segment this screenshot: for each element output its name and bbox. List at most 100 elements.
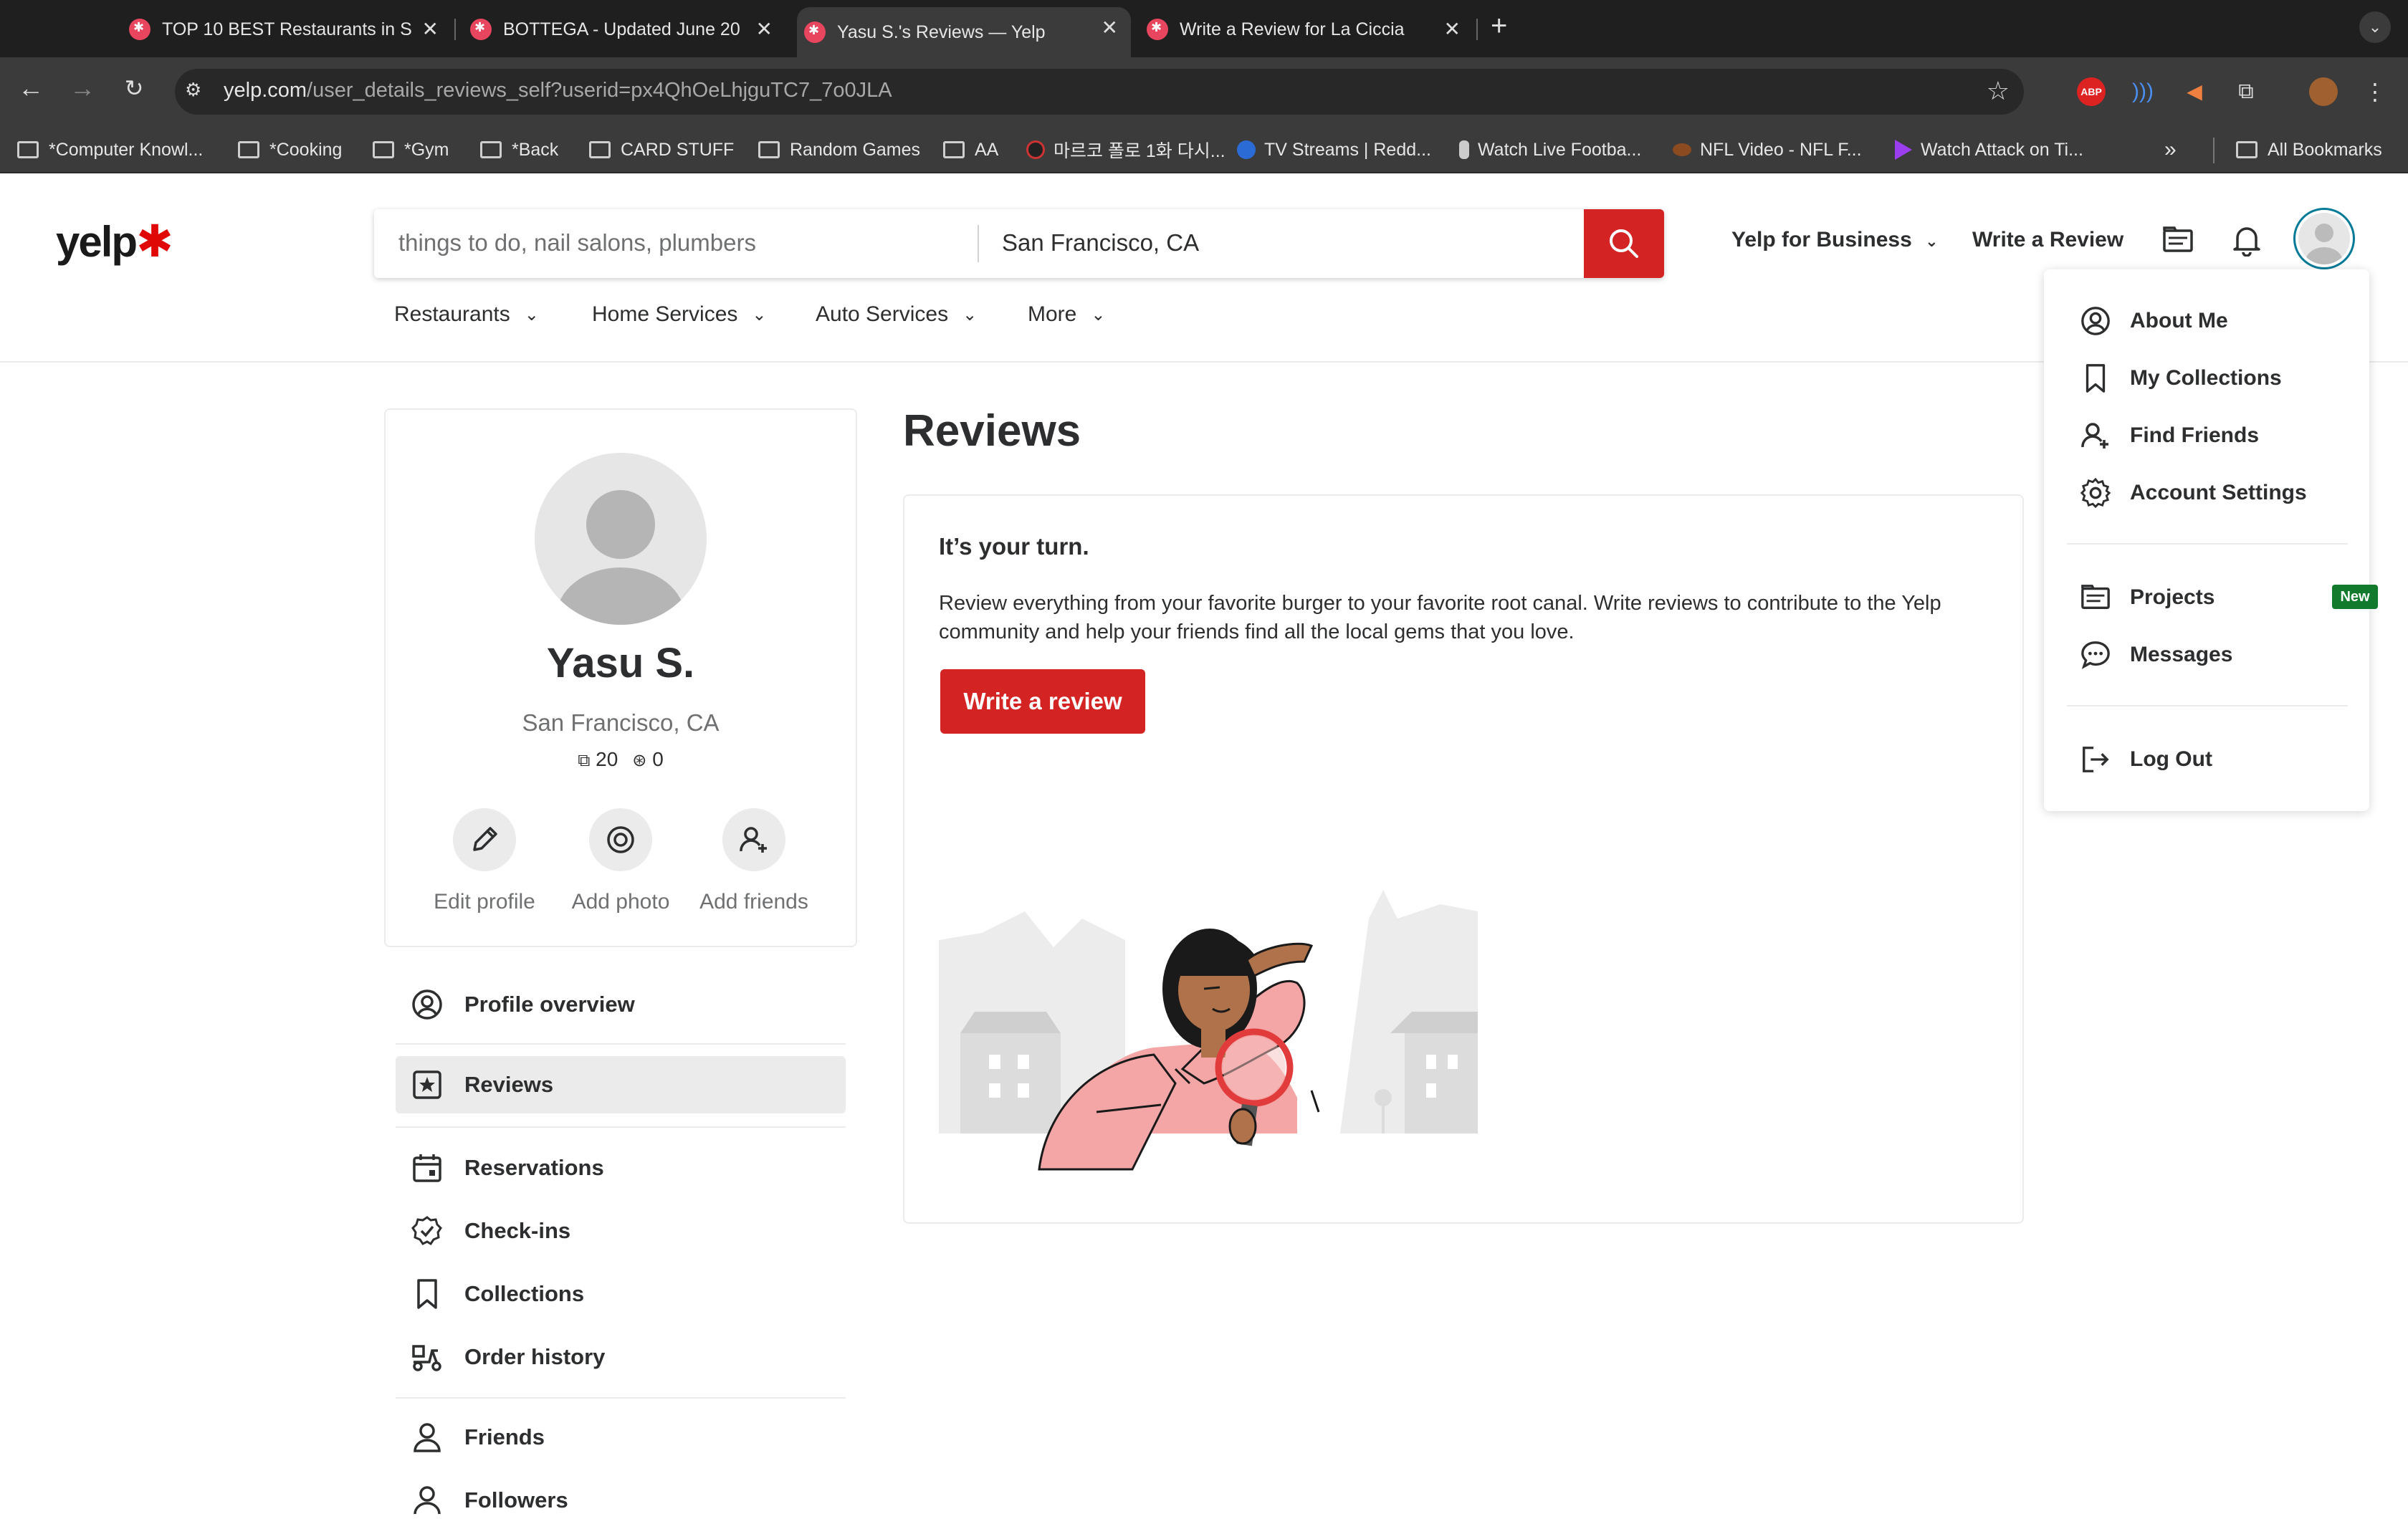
menu-item-log-out[interactable]: Log Out — [2078, 738, 2351, 781]
new-tab-icon[interactable]: + — [1491, 10, 1507, 42]
sidebar-item-reviews[interactable]: Reviews — [396, 1056, 846, 1113]
close-tab-icon[interactable]: ✕ — [1444, 17, 1461, 41]
projects-icon[interactable] — [2161, 224, 2194, 260]
bookmark-link[interactable]: TV Streams | Redd... — [1237, 136, 1431, 163]
bookmark-link[interactable]: Watch Attack on Ti... — [1895, 136, 2083, 163]
menu-item-my-collections[interactable]: My Collections — [2078, 357, 2351, 400]
friends-icon — [414, 1423, 441, 1452]
gear-icon — [2080, 477, 2111, 509]
bookmark-link[interactable]: NFL Video - NFL F... — [1673, 136, 1862, 163]
friends-count: 20 — [596, 748, 618, 770]
chevron-down-icon: ⌄ — [752, 305, 767, 325]
forward-icon[interactable]: → — [64, 73, 100, 103]
sidebar-item-friends[interactable]: Friends — [396, 1409, 846, 1466]
card-description: Review everything from your favorite bur… — [939, 592, 1941, 643]
category-auto-services[interactable]: Auto Services ⌄ — [816, 302, 977, 327]
extensions-puzzle-icon[interactable]: ⧉ — [2232, 77, 2260, 106]
close-tab-icon[interactable]: ✕ — [1102, 16, 1118, 39]
search-button[interactable] — [1584, 209, 1664, 278]
bookmark-folder-all[interactable]: All Bookmarks — [2236, 136, 2382, 163]
reload-icon[interactable]: ↻ — [116, 75, 152, 102]
bookmark-link[interactable]: 마르코 폴로 1화 다시... — [1026, 136, 1226, 163]
write-review-prompt-card: It’s your turn. Review everything from y… — [903, 494, 2024, 1224]
more-bookmarks-icon[interactable]: » — [2164, 136, 2177, 163]
followers-icon — [414, 1486, 441, 1515]
menu-item-find-friends[interactable]: Find Friends — [2078, 414, 2351, 457]
tab-top10[interactable]: TOP 10 BEST Restaurants in S ✕ — [122, 9, 452, 50]
site-favicon — [1237, 140, 1256, 159]
page-title: Reviews — [903, 406, 1081, 456]
menu-item-about-me[interactable]: About Me — [2078, 299, 2351, 342]
site-favicon — [1895, 140, 1912, 160]
write-review-link[interactable]: Write a Review — [1972, 228, 2123, 252]
category-more[interactable]: More ⌄ — [1028, 302, 1105, 327]
url-text: yelp.com/user_details_reviews_self?useri… — [224, 79, 892, 102]
category-home-services[interactable]: Home Services ⌄ — [592, 302, 767, 327]
sidebar-item-followers[interactable]: Followers — [396, 1472, 846, 1529]
profile-avatar — [535, 453, 707, 625]
add-friends-button[interactable]: Add friends — [689, 808, 818, 914]
bookmark-link[interactable]: Watch Live Footba... — [1459, 136, 1641, 163]
adblock-extension-icon[interactable]: ABP — [2077, 77, 2106, 106]
browser-profile-avatar[interactable] — [2309, 77, 2338, 106]
folder-icon — [758, 141, 780, 158]
bookmark-folder[interactable]: Random Games — [758, 136, 920, 163]
tab-write-review[interactable]: Write a Review for La Ciccia ✕ — [1140, 9, 1473, 50]
bookmark-folder[interactable]: *Back — [480, 136, 558, 163]
write-review-button[interactable]: Write a review — [940, 669, 1145, 734]
add-friend-icon — [2081, 423, 2108, 449]
notifications-bell-icon[interactable] — [2230, 224, 2263, 260]
search-input[interactable]: things to do, nail salons, plumbers — [398, 229, 756, 257]
close-tab-icon[interactable]: ✕ — [422, 17, 439, 41]
menu-item-account-settings[interactable]: Account Settings — [2078, 471, 2351, 514]
yelp-favicon — [470, 19, 492, 40]
sidebar-item-order-history[interactable]: Order history — [396, 1328, 846, 1386]
category-restaurants[interactable]: Restaurants ⌄ — [394, 302, 539, 327]
chat-bubble-icon — [2081, 641, 2110, 669]
site-info-icon[interactable]: ⚙ — [185, 79, 211, 105]
bookmark-star-icon[interactable]: ☆ — [1987, 76, 2010, 106]
tab-bottega[interactable]: BOTTEGA - Updated June 20 ✕ — [463, 9, 785, 50]
log-out-icon — [2083, 747, 2109, 772]
profile-location: San Francisco, CA — [522, 709, 720, 736]
reviews-star-icon — [413, 1070, 441, 1099]
location-input[interactable]: San Francisco, CA — [1002, 229, 1199, 257]
chevron-down-icon: ⌄ — [1091, 305, 1106, 325]
chevron-down-icon: ⌄ — [962, 305, 978, 325]
bookmark-folder[interactable]: CARD STUFF — [589, 136, 734, 163]
bookmark-folder[interactable]: *Gym — [373, 136, 449, 163]
camera-icon — [607, 826, 634, 853]
user-avatar-menu[interactable] — [2293, 208, 2355, 269]
tab-yasu-reviews[interactable]: Yasu S.'s Reviews — Yelp ✕ — [797, 7, 1131, 57]
extension-icon[interactable]: ◀ — [2180, 77, 2209, 106]
yelp-for-business-link[interactable]: Yelp for Business ⌄ — [1731, 228, 1939, 252]
bookmark-icon — [417, 1279, 437, 1309]
yelp-logo[interactable]: yelp✱ — [56, 215, 173, 267]
profile-icon — [412, 989, 442, 1020]
site-favicon — [1026, 140, 1045, 159]
sidebar-item-profile-overview[interactable]: Profile overview — [396, 976, 846, 1033]
bookmark-folder[interactable]: *Computer Knowl... — [17, 136, 203, 163]
tab-search-chevron-icon[interactable]: ⌄ — [2359, 11, 2391, 43]
browser-menu-icon[interactable]: ⋮ — [2361, 77, 2389, 106]
back-icon[interactable]: ← — [13, 73, 49, 103]
audio-extension-icon[interactable]: ))) — [2128, 77, 2157, 106]
menu-item-projects[interactable]: Projects — [2078, 576, 2351, 619]
sidebar-item-reservations[interactable]: Reservations — [396, 1139, 846, 1197]
folder-icon — [480, 141, 502, 158]
folder-icon — [943, 141, 965, 158]
sidebar-item-collections[interactable]: Collections — [396, 1265, 846, 1323]
address-bar[interactable]: ⚙ yelp.com/user_details_reviews_self?use… — [175, 69, 2024, 115]
pencil-icon — [473, 827, 497, 851]
close-tab-icon[interactable]: ✕ — [756, 17, 773, 41]
add-photo-button[interactable]: Add photo — [556, 808, 685, 914]
bookmark-folder[interactable]: AA — [943, 136, 998, 163]
folder-icon — [373, 141, 394, 158]
review-star-icon: ⊛ — [632, 751, 647, 770]
edit-profile-button[interactable]: Edit profile — [420, 808, 549, 914]
menu-item-messages[interactable]: Messages — [2078, 633, 2351, 676]
bookmark-folder[interactable]: *Cooking — [238, 136, 342, 163]
yelp-favicon — [804, 21, 826, 43]
sidebar-item-check-ins[interactable]: Check-ins — [396, 1202, 846, 1260]
site-favicon — [1459, 140, 1469, 159]
